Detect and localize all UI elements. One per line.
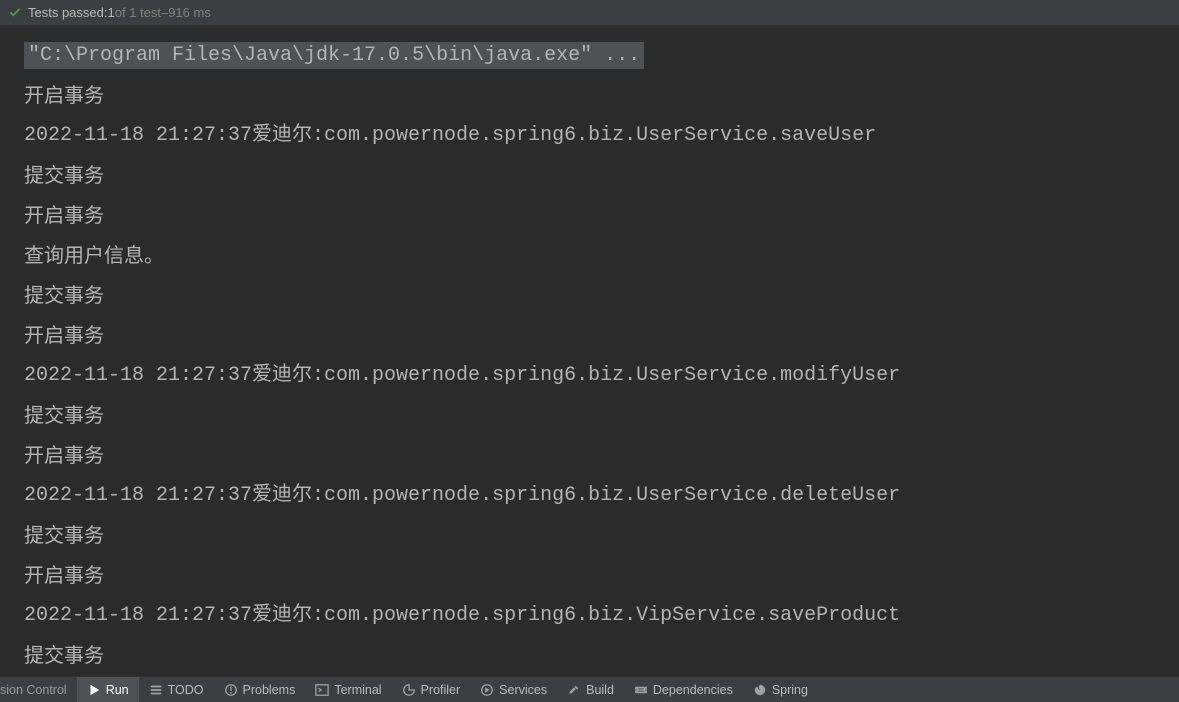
console-line: 2022-11-18 21:27:37爱迪尔:com.powernode.spr…: [24, 476, 1169, 516]
deps-icon: [634, 683, 648, 697]
check-icon: [8, 6, 22, 20]
console-line: 2022-11-18 21:27:37爱迪尔:com.powernode.spr…: [24, 596, 1169, 636]
console-output[interactable]: "C:\Program Files\Java\jdk-17.0.5\bin\ja…: [0, 26, 1179, 676]
tab-label: Profiler: [421, 683, 461, 697]
console-line: 提交事务: [24, 396, 1169, 436]
play-icon: [87, 683, 101, 697]
warning-icon: [224, 683, 238, 697]
tests-dash: –: [161, 5, 168, 20]
tab-label: Run: [106, 683, 129, 697]
tab-problems[interactable]: Problems: [214, 677, 306, 702]
console-line: 2022-11-18 21:27:37爱迪尔:com.powernode.spr…: [24, 356, 1169, 396]
services-icon: [480, 683, 494, 697]
tab-label: TODO: [168, 683, 204, 697]
spring-icon: [753, 683, 767, 697]
console-line: 提交事务: [24, 276, 1169, 316]
test-status-bar: Tests passed: 1 of 1 test – 916 ms: [0, 0, 1179, 26]
console-line: 开启事务: [24, 316, 1169, 356]
console-line: 2022-11-18 21:27:37爱迪尔:com.powernode.spr…: [24, 116, 1169, 156]
console-line: 开启事务: [24, 436, 1169, 476]
console-line: 提交事务: [24, 516, 1169, 556]
tab-services[interactable]: Services: [470, 677, 557, 702]
tool-window-bar: sion Control Run TODO Problems Terminal …: [0, 676, 1179, 702]
list-icon: [149, 683, 163, 697]
tab-todo[interactable]: TODO: [139, 677, 214, 702]
tests-of-text: of 1 test: [115, 5, 161, 20]
tab-label: Services: [499, 683, 547, 697]
tab-run[interactable]: Run: [77, 677, 139, 702]
tab-label: Spring: [772, 683, 808, 697]
tests-passed-prefix: Tests passed:: [28, 5, 108, 20]
console-line: 提交事务: [24, 636, 1169, 676]
console-line: 查询用户信息。: [24, 236, 1169, 276]
console-command-line: "C:\Program Files\Java\jdk-17.0.5\bin\ja…: [24, 36, 1169, 76]
tab-version-control-truncated[interactable]: sion Control: [0, 683, 77, 697]
tab-dependencies[interactable]: Dependencies: [624, 677, 743, 702]
tab-build[interactable]: Build: [557, 677, 624, 702]
tab-label: Build: [586, 683, 614, 697]
console-line: 开启事务: [24, 196, 1169, 236]
tab-label: Problems: [243, 683, 296, 697]
console-line: 提交事务: [24, 156, 1169, 196]
profiler-icon: [402, 683, 416, 697]
console-line: 开启事务: [24, 556, 1169, 596]
tab-profiler[interactable]: Profiler: [392, 677, 471, 702]
tab-label: Dependencies: [653, 683, 733, 697]
tab-label: Terminal: [334, 683, 381, 697]
console-line: 开启事务: [24, 76, 1169, 116]
tab-terminal[interactable]: Terminal: [305, 677, 391, 702]
tests-duration: 916 ms: [168, 5, 211, 20]
terminal-icon: [315, 683, 329, 697]
tests-passed-count: 1: [108, 5, 115, 20]
tab-spring[interactable]: Spring: [743, 677, 818, 702]
build-icon: [567, 683, 581, 697]
